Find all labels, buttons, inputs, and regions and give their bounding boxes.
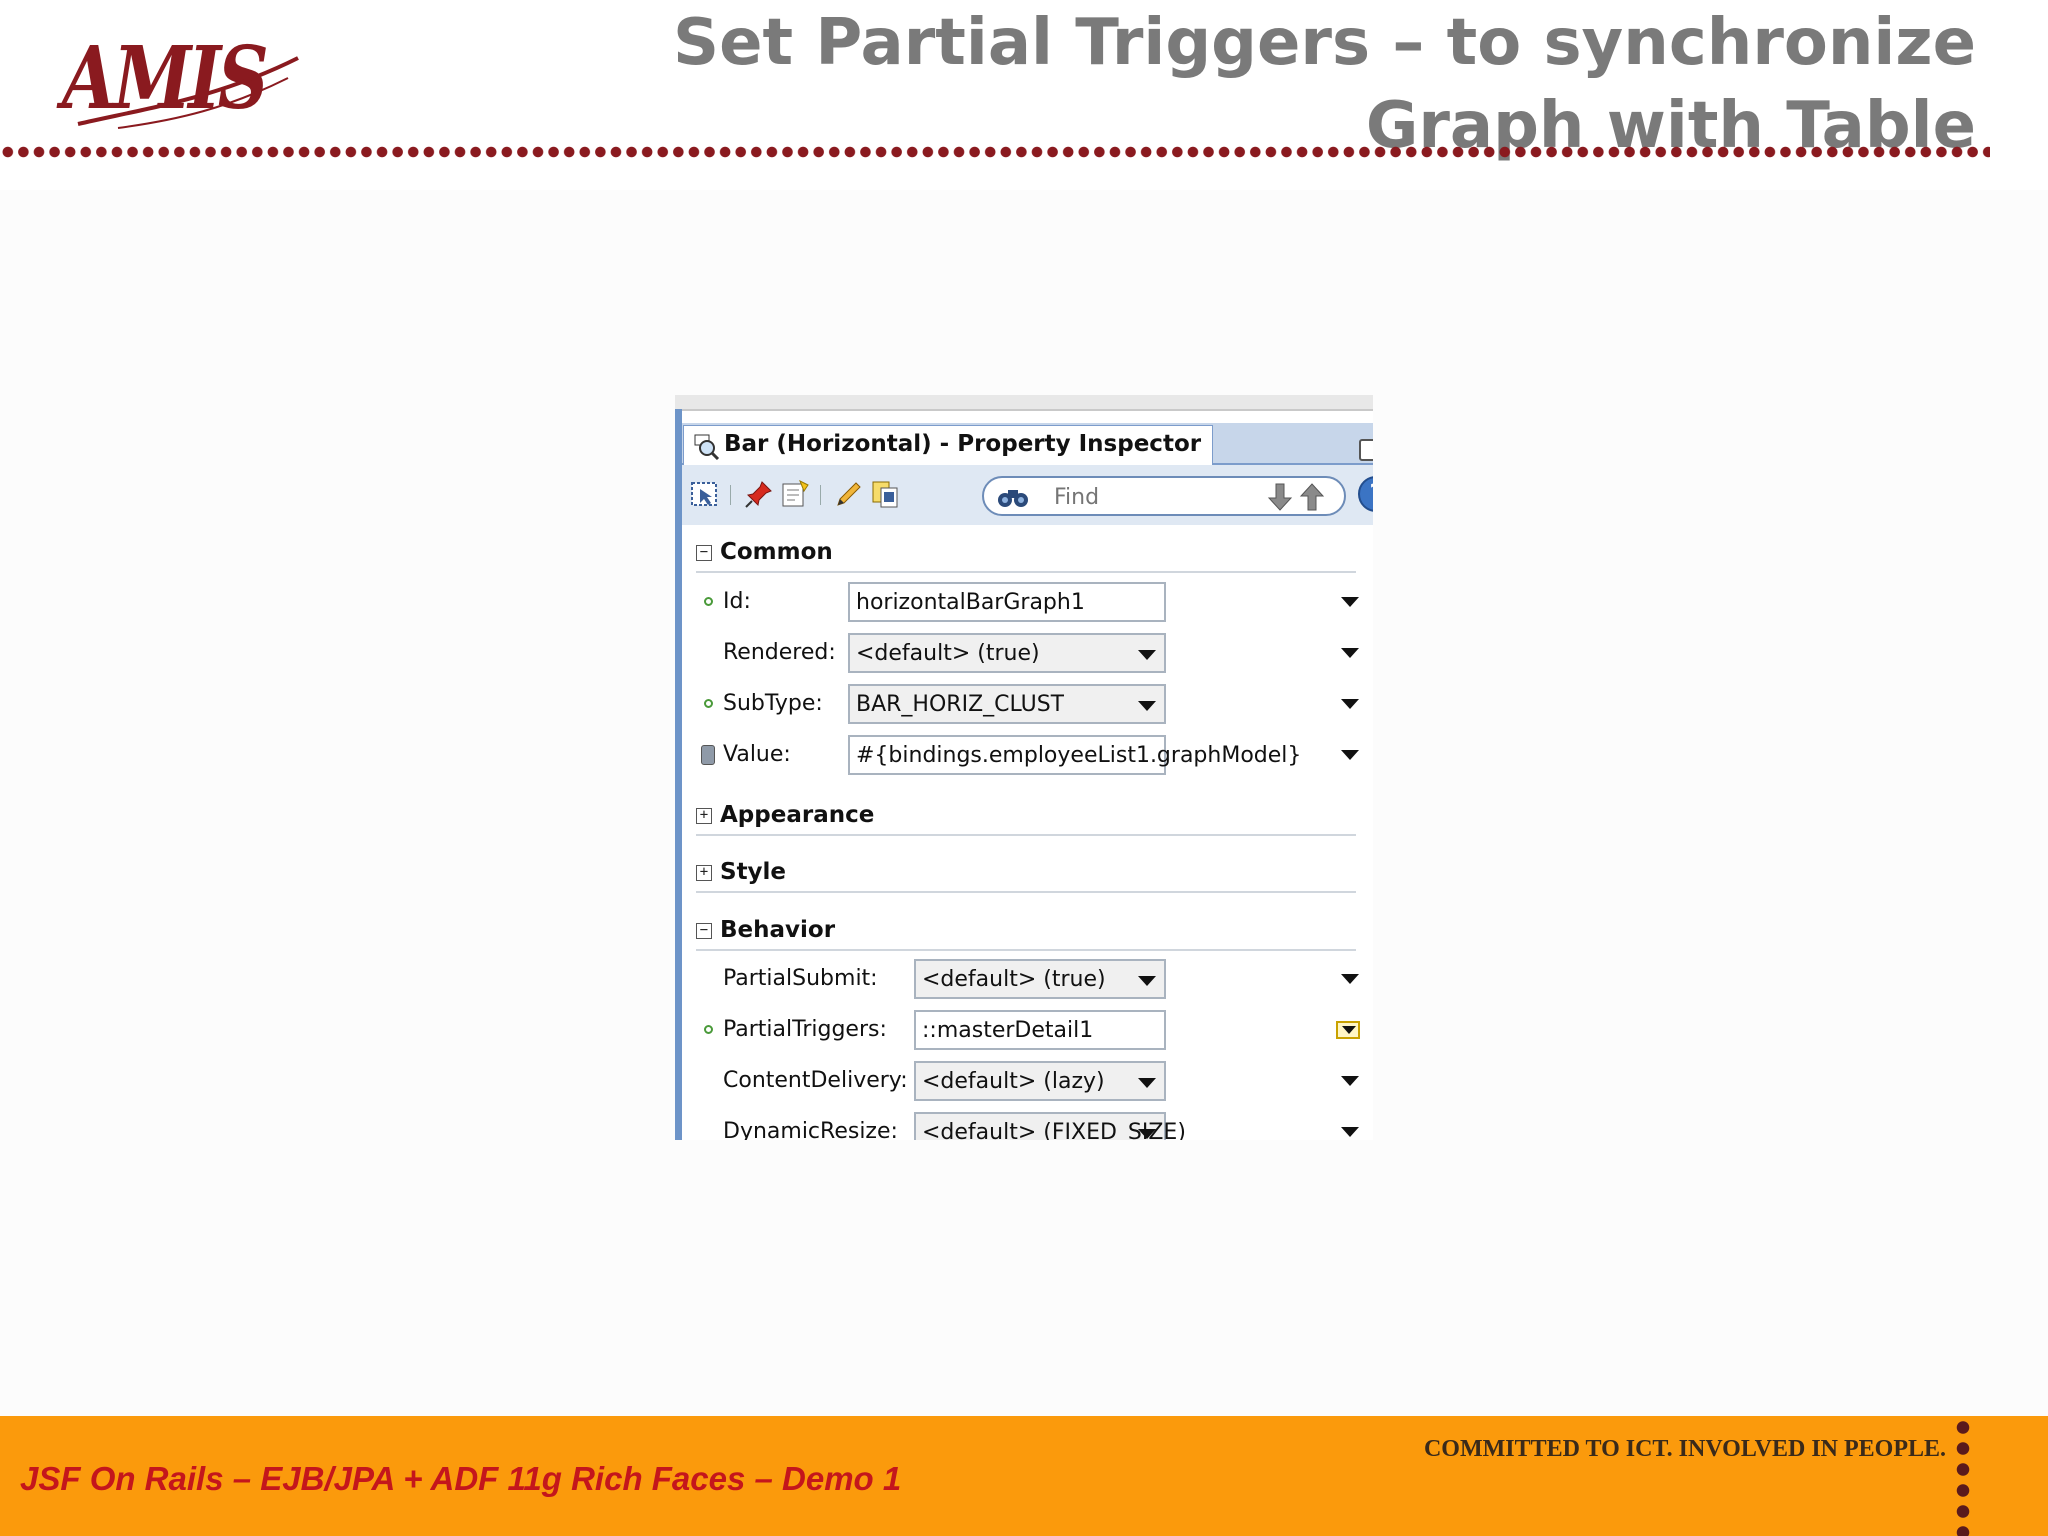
help-button[interactable]: ? <box>1358 476 1373 512</box>
edit-properties-icon[interactable] <box>780 479 810 509</box>
property-row-dynamicresize: DynamicResize: <default> (FIXED_SIZE) <box>696 1112 1359 1140</box>
field-value: <default> (lazy) <box>922 1069 1105 1094</box>
set-property-indicator-icon <box>704 1025 713 1034</box>
copy-document-icon[interactable] <box>870 479 900 509</box>
database-binding-icon <box>701 745 715 765</box>
find-field[interactable] <box>982 476 1346 516</box>
find-input[interactable] <box>1052 484 1256 511</box>
footer-dotted-divider <box>1956 1416 1970 1536</box>
section-common[interactable]: − Common <box>696 537 1356 573</box>
field-value: BAR_HORIZ_CLUST <box>856 692 1065 717</box>
slide-title: Set Partial Triggers – to synchronize Gr… <box>672 6 1976 163</box>
property-menu-arrow-highlighted-icon[interactable] <box>1336 1021 1360 1039</box>
find-next-arrow-icon[interactable] <box>1266 482 1294 512</box>
field-value: horizontalBarGraph1 <box>856 590 1085 615</box>
toolbar-separator <box>730 485 731 505</box>
partialsubmit-select[interactable]: <default> (true) <box>914 959 1166 999</box>
footer-tagline: COMMITTED TO ICT. INVOLVED IN PEOPLE. <box>1423 1436 1946 1462</box>
expand-style-icon[interactable]: + <box>696 865 712 881</box>
property-row-id: Id: horizontalBarGraph1 <box>696 582 1359 622</box>
dynamicresize-select[interactable]: <default> (FIXED_SIZE) <box>914 1112 1186 1140</box>
property-menu-arrow-icon[interactable] <box>1341 750 1359 760</box>
section-behavior[interactable]: − Behavior <box>696 915 1356 951</box>
property-label: Value: <box>723 742 791 767</box>
footer-presentation-title: JSF On Rails – EJB/JPA + ADF 11g Rich Fa… <box>20 1460 902 1497</box>
slide-footer: JSF On Rails – EJB/JPA + ADF 11g Rich Fa… <box>0 1416 2048 1536</box>
property-label: ContentDelivery: <box>723 1068 908 1093</box>
expand-appearance-icon[interactable]: + <box>696 808 712 824</box>
property-label: Rendered: <box>723 640 836 665</box>
collapse-common-icon[interactable]: − <box>696 545 712 561</box>
property-label: SubType: <box>723 691 823 716</box>
pencil-icon[interactable] <box>834 479 864 509</box>
field-value: ::masterDetail1 <box>922 1018 1094 1043</box>
section-label: Appearance <box>720 802 875 828</box>
section-label: Behavior <box>720 917 836 943</box>
subtype-select[interactable]: BAR_HORIZ_CLUST <box>848 684 1166 724</box>
property-label: DynamicResize: <box>723 1119 898 1140</box>
dropdown-arrow-icon[interactable] <box>1138 1078 1156 1088</box>
property-label: Id: <box>723 589 751 614</box>
set-property-indicator-icon <box>704 597 713 606</box>
id-field[interactable]: horizontalBarGraph1 <box>848 582 1166 622</box>
property-menu-arrow-icon[interactable] <box>1341 597 1359 607</box>
property-row-contentdelivery: ContentDelivery: <default> (lazy) <box>696 1061 1359 1101</box>
property-row-subtype: SubType: BAR_HORIZ_CLUST <box>696 684 1359 724</box>
section-appearance[interactable]: + Appearance <box>696 800 1356 836</box>
inspector-toolbar: ? <box>682 465 1373 525</box>
tab-title: Bar (Horizontal) - Property Inspector <box>724 431 1202 457</box>
pin-icon[interactable] <box>744 479 774 509</box>
inspector-left-border <box>675 409 682 1140</box>
rendered-select[interactable]: <default> (true) <box>848 633 1166 673</box>
collapse-behavior-icon[interactable]: − <box>696 923 712 939</box>
section-style[interactable]: + Style <box>696 857 1356 893</box>
magnifier-icon <box>694 434 720 460</box>
select-component-icon[interactable] <box>690 479 720 509</box>
toolbar-separator <box>820 485 821 505</box>
contentdelivery-select[interactable]: <default> (lazy) <box>914 1061 1166 1101</box>
amis-logo: AMIS <box>58 28 308 138</box>
value-field[interactable]: #{bindings.employeeList1.graphModel} <box>848 735 1301 775</box>
property-menu-arrow-icon[interactable] <box>1341 699 1359 709</box>
set-property-indicator-icon <box>704 699 713 708</box>
header-dotted-divider <box>0 146 1990 158</box>
dropdown-arrow-icon[interactable] <box>1138 701 1156 711</box>
field-value: #{bindings.employeeList1.graphModel} <box>856 743 1302 768</box>
property-row-value: Value: #{bindings.employeeList1.graphMod… <box>696 735 1359 775</box>
section-label: Common <box>720 539 833 565</box>
property-menu-arrow-icon[interactable] <box>1341 974 1359 984</box>
logo-swoosh-icon <box>77 56 299 129</box>
field-value: <default> (true) <box>856 641 1040 666</box>
binoculars-icon <box>998 490 1028 507</box>
dropdown-arrow-icon[interactable] <box>1138 650 1156 660</box>
tab-property-inspector[interactable]: Bar (Horizontal) - Property Inspector <box>683 425 1213 465</box>
property-row-rendered: Rendered: <default> (true) <box>696 633 1359 673</box>
property-row-partialtriggers: PartialTriggers: ::masterDetail1 <box>696 1010 1360 1050</box>
property-menu-arrow-icon[interactable] <box>1341 1076 1359 1086</box>
property-row-partialsubmit: PartialSubmit: <default> (true) <box>696 959 1359 999</box>
property-menu-arrow-icon[interactable] <box>1341 648 1359 658</box>
section-label: Style <box>720 859 787 885</box>
property-label: PartialSubmit: <box>723 966 878 991</box>
dropdown-arrow-icon[interactable] <box>1138 976 1156 986</box>
slide-header: AMIS Set Partial Triggers – to synchroni… <box>0 0 2048 190</box>
minimize-button[interactable] <box>1359 439 1373 461</box>
inspector-top-edge <box>675 395 1373 411</box>
property-inspector: Bar (Horizontal) - Property Inspector Fi… <box>675 395 1373 1140</box>
partialtriggers-field[interactable]: ::masterDetail1 <box>914 1010 1166 1050</box>
field-value: <default> (true) <box>922 967 1106 992</box>
find-previous-arrow-icon[interactable] <box>1298 482 1326 512</box>
property-menu-arrow-icon[interactable] <box>1341 1127 1359 1137</box>
dropdown-arrow-icon[interactable] <box>1138 1129 1156 1139</box>
property-label: PartialTriggers: <box>723 1017 887 1042</box>
